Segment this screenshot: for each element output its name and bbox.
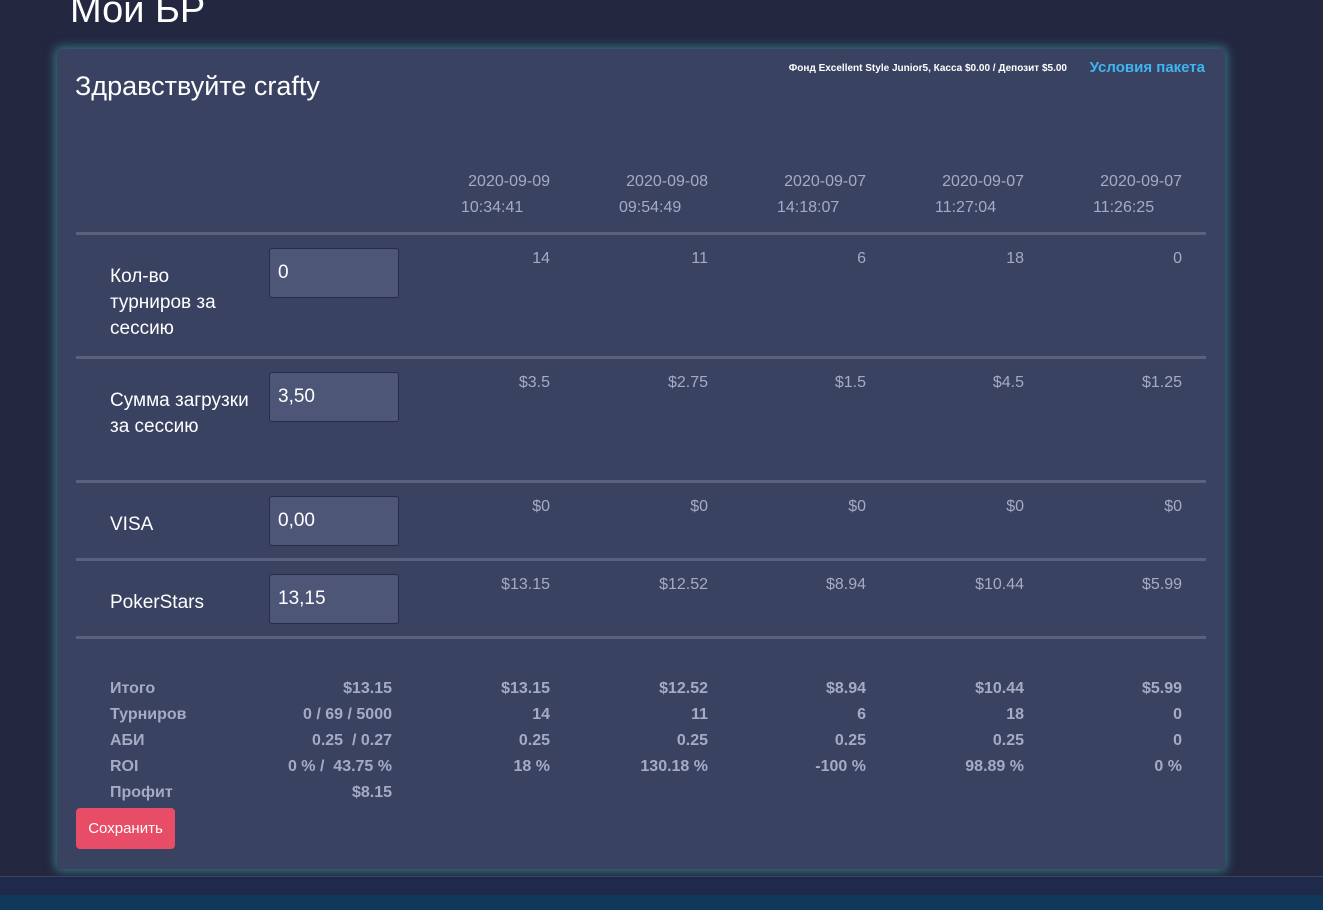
column-header: 2020-09-09 10:34:41 — [410, 169, 550, 221]
table-cell: 18 — [1006, 250, 1024, 267]
column-header: 2020-09-07 11:26:25 — [1042, 169, 1182, 221]
fund-info: Фонд Excellent Style Junior5, Касса $0.0… — [788, 63, 1067, 74]
bottom-bar — [0, 876, 1323, 910]
row-label-tournaments: Кол-во турниров за сессию — [110, 266, 216, 339]
column-date: 2020-09-07 — [942, 173, 1024, 190]
visa-input[interactable] — [269, 496, 399, 546]
table-cell: 11 — [691, 250, 708, 267]
table-cell: 6 — [857, 250, 866, 267]
summary-value: 0.25 — [676, 732, 708, 749]
summary-value: 18 % — [513, 758, 550, 775]
table-cell: $4.5 — [992, 374, 1024, 391]
table-cell: $3.5 — [518, 374, 550, 391]
pokerstars-input[interactable] — [269, 574, 399, 624]
summary-current-value: 0 / 69 / 5000 — [303, 706, 392, 723]
summary-value: $10.44 — [975, 680, 1024, 697]
summary-label: Турниров — [110, 706, 187, 723]
row-label-pokerstars: PokerStars — [110, 592, 204, 613]
package-terms-link[interactable]: Условия пакета — [1090, 59, 1205, 76]
table-cell: $0 — [532, 498, 550, 515]
summary-value: 0.25 — [992, 732, 1024, 749]
summary-label: Итого — [110, 680, 156, 697]
column-time: 09:54:49 — [619, 199, 682, 216]
table-cell: $12.52 — [659, 576, 708, 593]
summary-value: 18 — [1006, 706, 1024, 723]
table-cell: 0 — [1173, 250, 1182, 267]
row-label-visa: VISA — [110, 514, 154, 535]
summary-value: 130.18 % — [640, 758, 708, 775]
table-cell: $2.75 — [667, 374, 708, 391]
summary-current-value: 0.25 / 0.27 — [311, 732, 392, 749]
divider — [76, 356, 1206, 359]
row-label-deposit-sum: Сумма загрузки за сессию — [110, 390, 249, 437]
summary-current-value: $8.15 — [351, 784, 392, 801]
summary-value: 6 — [857, 706, 866, 723]
column-time: 11:27:04 — [935, 199, 997, 216]
table-cell: $0 — [848, 498, 866, 515]
summary-value: -100 % — [815, 758, 866, 775]
summary-value: 11 — [691, 706, 708, 723]
table-cell: $8.94 — [825, 576, 866, 593]
column-time: 14:18:07 — [777, 199, 840, 216]
table-cell: $0 — [1164, 498, 1182, 515]
summary-value: 0.25 — [834, 732, 866, 749]
summary-label: АБИ — [110, 732, 145, 749]
page-title: Мой БР — [70, 0, 206, 31]
summary-value: $12.52 — [659, 680, 708, 697]
summary-current-value: 0 % / 43.75 % — [287, 758, 392, 775]
summary-value: $8.94 — [825, 680, 866, 697]
table-cell: $13.15 — [501, 576, 550, 593]
table-cell: $10.44 — [975, 576, 1024, 593]
summary-value: 98.89 % — [965, 758, 1024, 775]
column-date: 2020-09-07 — [1100, 173, 1182, 190]
column-date: 2020-09-09 — [468, 173, 550, 190]
summary-value: 14 — [532, 706, 550, 723]
table-cell: $1.5 — [834, 374, 866, 391]
deposit-sum-input[interactable] — [269, 372, 399, 422]
greeting-heading: Здравствуйте crafty — [75, 71, 320, 101]
divider — [76, 232, 1206, 235]
summary-value: $5.99 — [1141, 680, 1182, 697]
summary-label: Профит — [110, 784, 173, 801]
summary-current-value: $13.15 — [343, 680, 392, 697]
divider — [76, 636, 1206, 639]
summary-label: ROI — [110, 758, 139, 775]
summary-value: 0 — [1173, 732, 1182, 749]
column-time: 10:34:41 — [461, 199, 524, 216]
column-date: 2020-09-07 — [784, 173, 866, 190]
save-button[interactable]: Сохранить — [76, 808, 175, 849]
summary-value: $13.15 — [501, 680, 550, 697]
page: Мой БР Здравствуйте crafty Фонд Excellen… — [0, 0, 1323, 910]
bankroll-card: Здравствуйте crafty Фонд Excellent Style… — [57, 49, 1225, 869]
table-cell: $0 — [690, 498, 708, 515]
table-cell: $5.99 — [1141, 576, 1182, 593]
bottom-bar-strip — [0, 895, 1323, 910]
column-time: 11:26:25 — [1093, 199, 1155, 216]
summary-value: 0 — [1173, 706, 1182, 723]
divider — [76, 480, 1206, 483]
column-header: 2020-09-08 09:54:49 — [568, 169, 708, 221]
divider — [76, 558, 1206, 561]
table-cell: $0 — [1006, 498, 1024, 515]
table-cell: $1.25 — [1141, 374, 1182, 391]
tournaments-input[interactable] — [269, 248, 399, 298]
summary-value: 0 % — [1154, 758, 1182, 775]
column-header: 2020-09-07 14:18:07 — [726, 169, 866, 221]
summary-value: 0.25 — [518, 732, 550, 749]
column-header: 2020-09-07 11:27:04 — [884, 169, 1024, 221]
table-cell: 14 — [532, 250, 550, 267]
column-date: 2020-09-08 — [626, 173, 708, 190]
